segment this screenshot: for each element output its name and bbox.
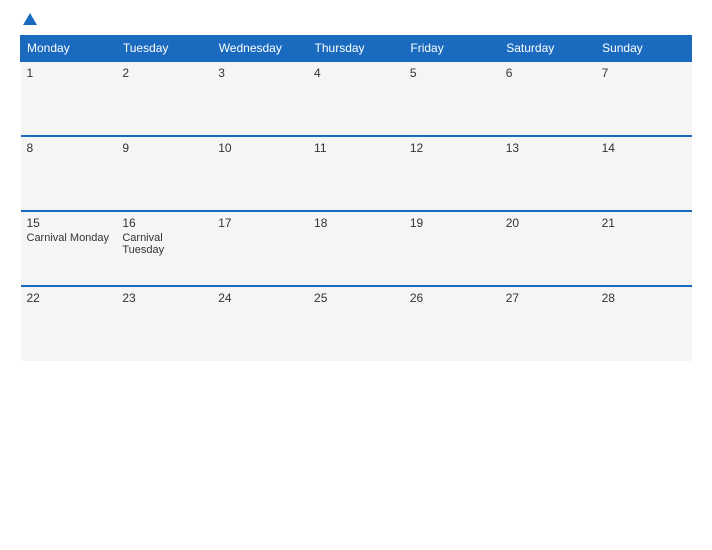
day-number: 26	[410, 291, 494, 305]
day-number: 27	[506, 291, 590, 305]
calendar-day-15: 15 Carnival Monday	[21, 211, 117, 286]
weekday-header-saturday: Saturday	[500, 36, 596, 62]
calendar-week-3: 15 Carnival Monday 16 Carnival Tuesday 17 18 1…	[21, 211, 692, 286]
calendar-day-26: 26	[404, 286, 500, 361]
day-number: 7	[602, 66, 686, 80]
calendar-day-14: 14	[596, 136, 692, 211]
day-number: 17	[218, 216, 302, 230]
weekday-header-thursday: Thursday	[308, 36, 404, 62]
calendar-day-3: 3	[212, 61, 308, 136]
calendar-day-22: 22	[21, 286, 117, 361]
calendar-day-1: 1	[21, 61, 117, 136]
calendar-day-9: 9	[116, 136, 212, 211]
calendar-day-25: 25	[308, 286, 404, 361]
event-text: Carnival Tuesday	[122, 232, 206, 256]
day-number: 6	[506, 66, 590, 80]
day-number: 24	[218, 291, 302, 305]
day-number: 22	[27, 291, 111, 305]
calendar-day-28: 28	[596, 286, 692, 361]
calendar-day-8: 8	[21, 136, 117, 211]
calendar-header	[20, 15, 692, 25]
calendar-week-2: 89 10 11 12 13 14	[21, 136, 692, 211]
day-number: 15	[27, 216, 111, 230]
calendar-week-4: 22 23 24 25 26 27 28	[21, 286, 692, 361]
logo	[20, 15, 37, 25]
day-number: 14	[602, 141, 686, 155]
calendar-day-2: 2	[116, 61, 212, 136]
calendar-day-4: 4	[308, 61, 404, 136]
day-number: 19	[410, 216, 494, 230]
calendar-day-19: 19	[404, 211, 500, 286]
day-number: 2	[122, 66, 206, 80]
calendar-week-1: 1234567	[21, 61, 692, 136]
calendar-day-5: 5	[404, 61, 500, 136]
day-number: 4	[314, 66, 398, 80]
calendar-day-20: 20	[500, 211, 596, 286]
logo-triangle-icon	[23, 13, 37, 25]
calendar-day-6: 6	[500, 61, 596, 136]
day-number: 12	[410, 141, 494, 155]
day-number: 11	[314, 141, 398, 155]
calendar-day-18: 18	[308, 211, 404, 286]
day-number: 9	[122, 141, 206, 155]
day-number: 5	[410, 66, 494, 80]
calendar-day-7: 7	[596, 61, 692, 136]
calendar-day-11: 11	[308, 136, 404, 211]
weekday-header-wednesday: Wednesday	[212, 36, 308, 62]
day-number: 16	[122, 216, 206, 230]
weekday-header-sunday: Sunday	[596, 36, 692, 62]
calendar-day-23: 23	[116, 286, 212, 361]
calendar-day-27: 27	[500, 286, 596, 361]
day-number: 20	[506, 216, 590, 230]
day-number: 13	[506, 141, 590, 155]
day-number: 3	[218, 66, 302, 80]
weekday-header-tuesday: Tuesday	[116, 36, 212, 62]
calendar-day-17: 17	[212, 211, 308, 286]
calendar-day-13: 13	[500, 136, 596, 211]
calendar-day-10: 10	[212, 136, 308, 211]
day-number: 28	[602, 291, 686, 305]
calendar-day-21: 21	[596, 211, 692, 286]
day-number: 18	[314, 216, 398, 230]
weekday-header-friday: Friday	[404, 36, 500, 62]
day-number: 23	[122, 291, 206, 305]
event-text: Carnival Monday	[27, 232, 111, 244]
calendar-header-row: MondayTuesdayWednesdayThursdayFridaySatu…	[21, 36, 692, 62]
weekday-header-monday: Monday	[21, 36, 117, 62]
calendar-day-12: 12	[404, 136, 500, 211]
calendar-table: MondayTuesdayWednesdayThursdayFridaySatu…	[20, 35, 692, 361]
day-number: 10	[218, 141, 302, 155]
day-number: 8	[27, 141, 111, 155]
calendar-container: MondayTuesdayWednesdayThursdayFridaySatu…	[0, 0, 712, 550]
calendar-body: 123456789101112131415Carnival Monday16Ca…	[21, 61, 692, 361]
day-number: 21	[602, 216, 686, 230]
day-number: 25	[314, 291, 398, 305]
calendar-day-16: 16 Carnival Tuesday	[116, 211, 212, 286]
calendar-day-24: 24	[212, 286, 308, 361]
day-number: 1	[27, 66, 111, 80]
